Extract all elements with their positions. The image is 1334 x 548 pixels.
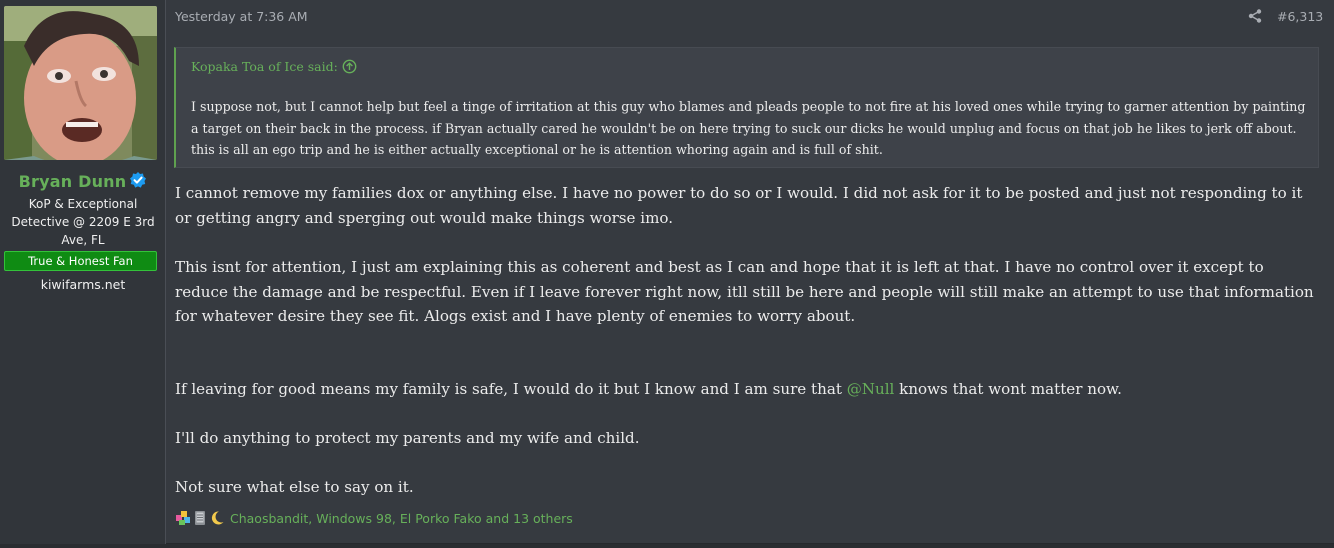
post-number[interactable]: #6,313 [1277,9,1323,24]
verified-badge-icon [129,171,147,193]
user-title: KoP & Exceptional Detective @ 2209 E 3rd… [11,197,155,247]
post-paragraph: Not sure what else to say on it. [175,478,414,496]
username[interactable]: Bryan Dunn [0,171,166,193]
reaction-users-link[interactable]: Chaosbandit, Windows 98, El Porko Fako a… [230,511,573,526]
user-site: kiwifarms.net [40,277,126,292]
puzzle-icon[interactable] [175,510,191,526]
avatar[interactable] [4,6,157,160]
username-text[interactable]: Bryan Dunn [19,172,127,191]
tablet-icon[interactable] [192,510,208,526]
paragraph-text: knows that wont matter now. [894,380,1122,398]
share-icon[interactable] [1247,8,1263,24]
moon-icon[interactable] [209,510,225,526]
quote-author[interactable]: Kopaka Toa of Ice said: [191,59,338,74]
user-sidebar: Bryan Dunn KoP & Exceptional Detective @… [0,0,166,544]
post-paragraph: I'll do anything to protect my parents a… [175,429,640,447]
reaction-icons[interactable] [175,510,226,526]
user-mention-link[interactable]: @Null [847,380,895,398]
forum-post: Bryan Dunn KoP & Exceptional Detective @… [0,0,1334,544]
post-timestamp[interactable]: Yesterday at 7:36 AM [175,9,308,24]
post-paragraph: If leaving for good means my family is s… [175,377,1320,402]
paragraph-text: If leaving for good means my family is s… [175,380,847,398]
quote-text: I suppose not, but I cannot help but fee… [191,99,1306,157]
user-banner: True & Honest Fan [4,251,157,271]
quote-header[interactable]: Kopaka Toa of Ice said: [191,59,357,77]
post-paragraph: This isnt for attention, I just am expla… [175,258,1314,325]
post-paragraph: I cannot remove my families dox or anyth… [175,184,1303,227]
quote-block: Kopaka Toa of Ice said: I suppose not, b… [174,47,1319,168]
reactions-bar[interactable]: Chaosbandit, Windows 98, El Porko Fako a… [175,509,573,527]
arrow-up-circle-icon[interactable] [342,59,357,77]
